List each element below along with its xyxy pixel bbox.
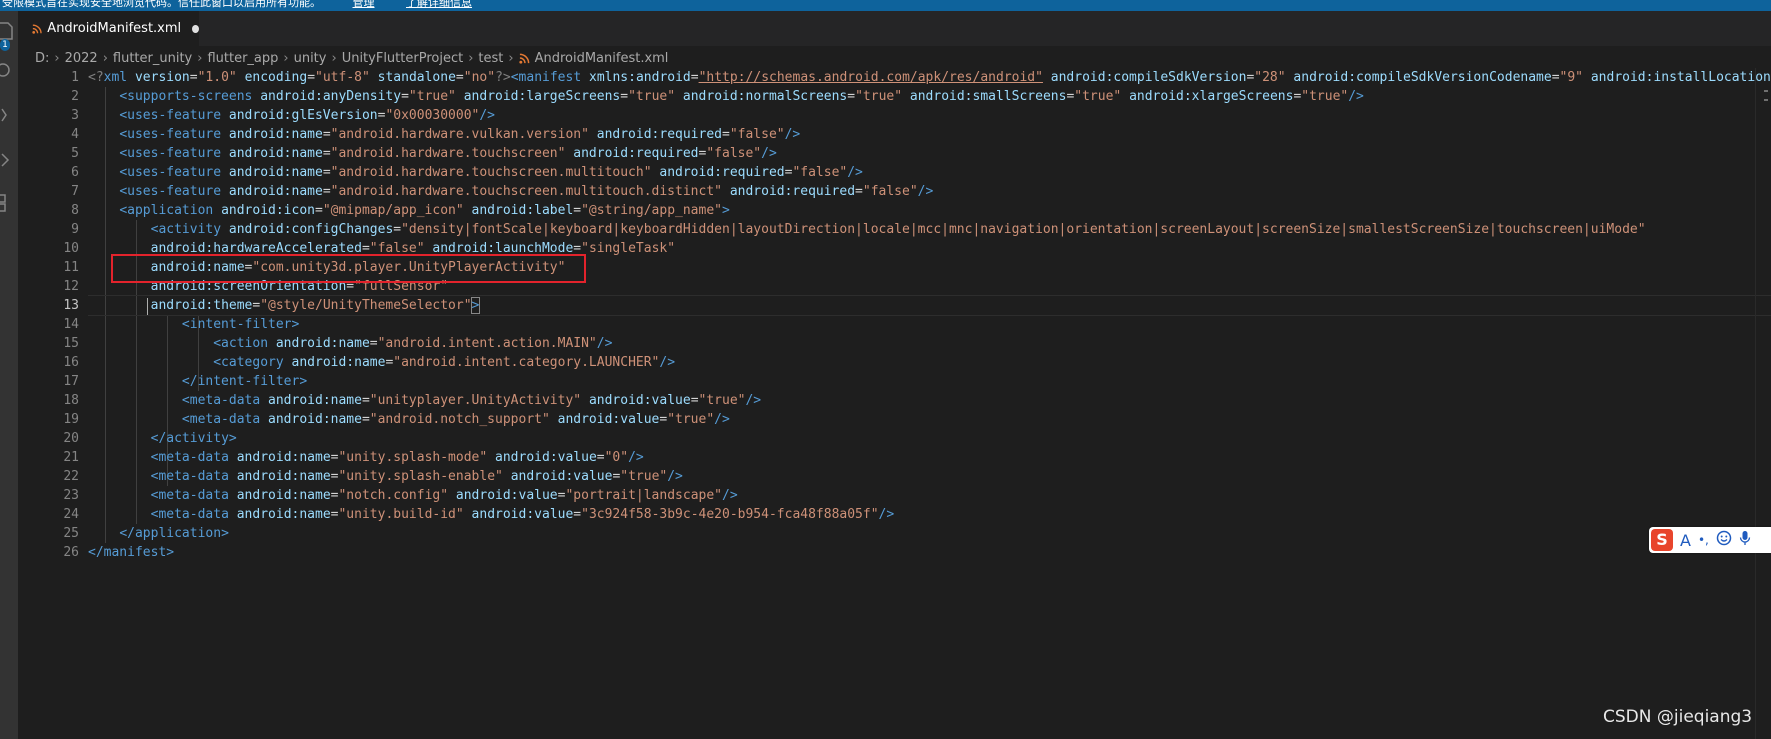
tab-label: AndroidManifest.xml bbox=[47, 21, 182, 36]
run-debug-icon[interactable] bbox=[0, 147, 18, 173]
code-line[interactable]: <intent-filter> bbox=[88, 315, 1771, 334]
line-number: 19 bbox=[63, 412, 79, 427]
code-line[interactable]: <uses-feature android:glEsVersion="0x000… bbox=[88, 106, 1771, 125]
chevron-right-icon: › bbox=[102, 50, 108, 66]
banner-text: 受限模式旨在实现安全地浏览代码。信任此窗口以启用所有功能。 bbox=[2, 0, 321, 9]
code-line[interactable]: <category android:name="android.intent.c… bbox=[88, 353, 1771, 372]
tab-androidmanifest[interactable]: AndroidManifest.xml bbox=[18, 11, 199, 46]
breadcrumb: D: › 2022 › flutter_unity › flutter_app … bbox=[35, 49, 668, 67]
code-line[interactable]: <action android:name="android.intent.act… bbox=[88, 334, 1771, 353]
code-line[interactable]: <?xml version="1.0" encoding="utf-8" sta… bbox=[88, 68, 1771, 87]
line-number-current: 13 bbox=[63, 298, 79, 313]
code-line[interactable]: <meta-data android:name="android.notch_s… bbox=[88, 410, 1771, 429]
activity-bar: 1 bbox=[0, 11, 18, 739]
xml-file-icon bbox=[518, 53, 529, 64]
line-number: 6 bbox=[71, 165, 79, 180]
chevron-right-icon: › bbox=[468, 50, 474, 66]
line-number: 23 bbox=[63, 488, 79, 503]
code-line[interactable]: <meta-data android:name="unity.build-id"… bbox=[88, 505, 1771, 524]
extensions-icon[interactable] bbox=[0, 189, 18, 215]
line-number: 9 bbox=[71, 222, 79, 237]
line-number: 18 bbox=[63, 393, 79, 408]
line-number: 22 bbox=[63, 469, 79, 484]
line-number: 2 bbox=[71, 89, 79, 104]
line-number: 14 bbox=[63, 317, 79, 332]
breadcrumb-flutter-unity[interactable]: flutter_unity bbox=[113, 51, 192, 66]
line-number: 16 bbox=[63, 355, 79, 370]
code-line[interactable]: <uses-feature android:name="android.hard… bbox=[88, 125, 1771, 144]
code-line[interactable]: </intent-filter> bbox=[88, 372, 1771, 391]
explorer-badge: 1 bbox=[0, 39, 10, 51]
banner-learn-more-link[interactable]: 了解详细信息 bbox=[406, 0, 472, 9]
line-number: 1 bbox=[71, 70, 79, 85]
red-annotation-box bbox=[111, 254, 586, 283]
ime-logo-icon[interactable]: S bbox=[1651, 529, 1673, 551]
line-number: 10 bbox=[63, 241, 79, 256]
code-line[interactable]: <activity android:configChanges="density… bbox=[88, 220, 1771, 239]
overview-ruler-mark bbox=[1764, 99, 1768, 101]
chevron-right-icon: › bbox=[508, 50, 514, 66]
overview-ruler-mark bbox=[1764, 90, 1768, 92]
breadcrumb-file[interactable]: AndroidManifest.xml bbox=[535, 51, 669, 66]
code-editor[interactable]: 1 2 3 4 5 6 7 8 9 10 11 12 13 14 15 16 1… bbox=[18, 68, 1771, 739]
code-line[interactable]: <meta-data android:name="notch.config" a… bbox=[88, 486, 1771, 505]
line-number: 25 bbox=[63, 526, 79, 541]
code-line[interactable]: </activity> bbox=[88, 429, 1771, 448]
line-number: 8 bbox=[71, 203, 79, 218]
line-number: 12 bbox=[63, 279, 79, 294]
line-number: 4 bbox=[71, 127, 79, 142]
tab-bar: AndroidManifest.xml bbox=[18, 11, 1771, 46]
chevron-right-icon: › bbox=[331, 50, 337, 66]
chevron-right-icon: › bbox=[283, 50, 289, 66]
line-number: 15 bbox=[63, 336, 79, 351]
line-number-gutter: 1 2 3 4 5 6 7 8 9 10 11 12 13 14 15 16 1… bbox=[18, 68, 88, 562]
breadcrumb-test[interactable]: test bbox=[478, 51, 503, 66]
chevron-right-icon: › bbox=[197, 50, 203, 66]
line-number: 24 bbox=[63, 507, 79, 522]
line-number: 20 bbox=[63, 431, 79, 446]
ime-microphone-icon[interactable] bbox=[1739, 530, 1751, 550]
search-icon[interactable] bbox=[0, 59, 18, 85]
chevron-right-icon: › bbox=[54, 50, 60, 66]
source-control-icon[interactable] bbox=[0, 103, 18, 129]
line-number: 3 bbox=[71, 108, 79, 123]
editor-scrollbar[interactable] bbox=[1755, 68, 1771, 739]
code-line[interactable]: <supports-screens android:anyDensity="tr… bbox=[88, 87, 1771, 106]
ime-toolbar[interactable]: S A •, bbox=[1649, 527, 1771, 553]
code-line[interactable]: <uses-feature android:name="android.hard… bbox=[88, 163, 1771, 182]
ime-mode-toggle[interactable]: A bbox=[1680, 531, 1691, 550]
xml-file-icon bbox=[32, 23, 42, 34]
code-line[interactable]: <meta-data android:name="unityplayer.Uni… bbox=[88, 391, 1771, 410]
text-cursor bbox=[147, 298, 148, 315]
code-line[interactable]: <uses-feature android:name="android.hard… bbox=[88, 182, 1771, 201]
code-line[interactable]: <meta-data android:name="unity.splash-mo… bbox=[88, 448, 1771, 467]
breadcrumb-unity[interactable]: unity bbox=[294, 51, 327, 66]
line-number: 5 bbox=[71, 146, 79, 161]
line-number: 7 bbox=[71, 184, 79, 199]
ime-emoji-icon[interactable] bbox=[1716, 530, 1732, 550]
code-line[interactable]: </manifest> bbox=[88, 543, 1771, 562]
code-line[interactable]: <application android:icon="@mipmap/app_i… bbox=[88, 201, 1771, 220]
unsaved-dot-icon[interactable] bbox=[192, 24, 199, 33]
breadcrumb-drive[interactable]: D: bbox=[35, 51, 49, 66]
code-line-current[interactable]: android:theme="@style/UnityThemeSelector… bbox=[88, 295, 1771, 316]
code-line[interactable]: <uses-feature android:name="android.hard… bbox=[88, 144, 1771, 163]
ime-punctuation-toggle[interactable]: •, bbox=[1698, 533, 1709, 547]
breadcrumb-flutter-app[interactable]: flutter_app bbox=[207, 51, 278, 66]
line-number: 26 bbox=[63, 545, 79, 560]
banner-manage-link[interactable]: 管理 bbox=[353, 0, 375, 9]
line-number: 17 bbox=[63, 374, 79, 389]
code-line[interactable]: <meta-data android:name="unity.splash-en… bbox=[88, 467, 1771, 486]
csdn-watermark: CSDN @jieqiang3 bbox=[1603, 707, 1753, 727]
breadcrumb-2022[interactable]: 2022 bbox=[65, 51, 98, 66]
code-line[interactable]: </application> bbox=[88, 524, 1771, 543]
line-number: 11 bbox=[63, 260, 79, 275]
restricted-mode-banner: 受限模式旨在实现安全地浏览代码。信任此窗口以启用所有功能。 管理 了解详细信息 bbox=[0, 0, 1771, 11]
line-number: 21 bbox=[63, 450, 79, 465]
code-lines[interactable]: <?xml version="1.0" encoding="utf-8" sta… bbox=[88, 68, 1771, 562]
breadcrumb-unity-flutter-project[interactable]: UnityFlutterProject bbox=[342, 51, 464, 66]
